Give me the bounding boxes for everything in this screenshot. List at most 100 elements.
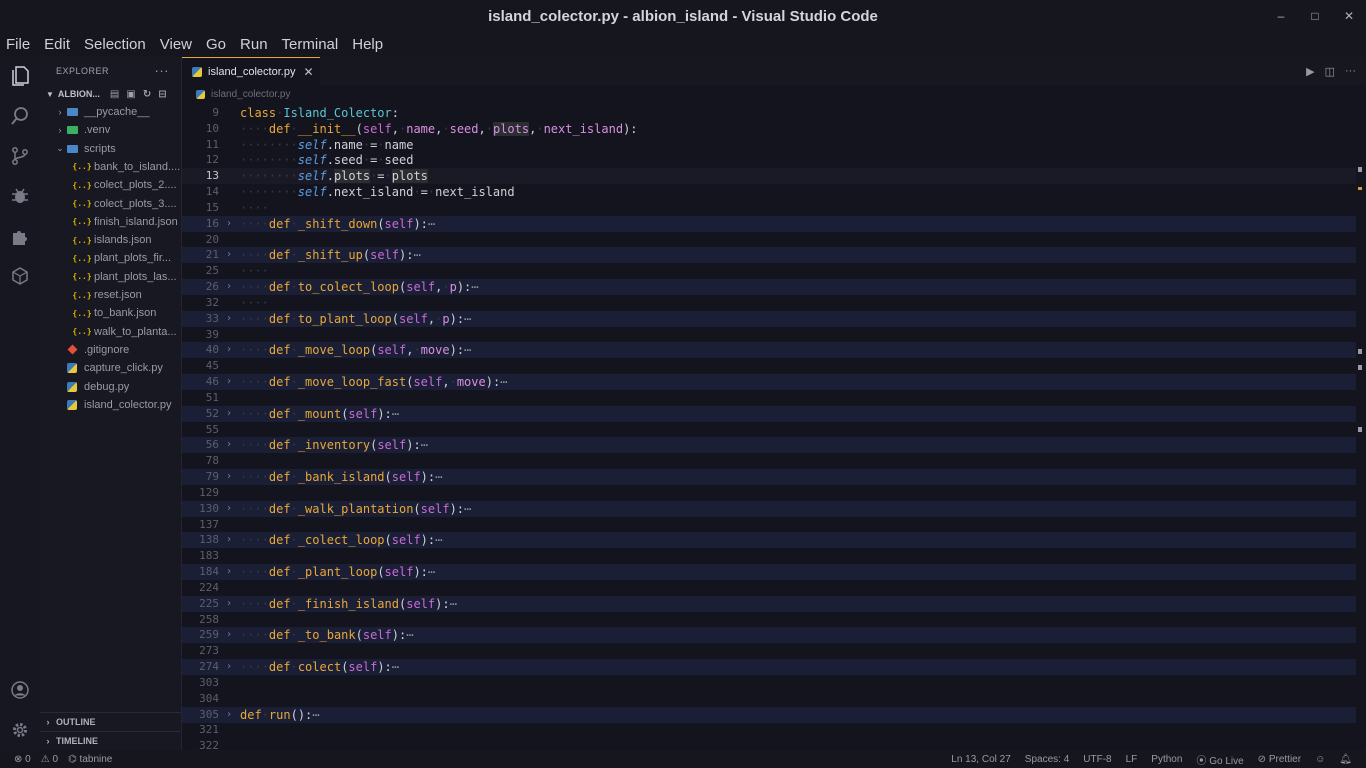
code-line[interactable]: 25 ···· [182, 263, 1356, 279]
tree-item[interactable]: {..} finish_island.json [40, 213, 181, 231]
code-line[interactable]: 51 [182, 390, 1356, 406]
code-line[interactable]: 137 [182, 517, 1356, 533]
close-button[interactable]: ✕ [1332, 0, 1366, 32]
code-line[interactable]: 129 [182, 485, 1356, 501]
extensions-icon[interactable] [9, 225, 31, 247]
search-icon[interactable] [9, 105, 31, 127]
encoding-status[interactable]: UTF-8 [1083, 754, 1111, 765]
code-line[interactable]: 322 [182, 738, 1356, 750]
code-line[interactable]: 45 [182, 358, 1356, 374]
tree-item[interactable]: .gitignore [40, 341, 181, 359]
tree-item[interactable]: {..} reset.json [40, 286, 181, 304]
code-line[interactable]: 52 › ····def·_mount(self):⋯ [182, 405, 1356, 422]
code-line[interactable]: 12 ········self.seed·=·seed [182, 152, 1356, 168]
fold-chevron-icon[interactable]: › [226, 596, 232, 612]
code-line[interactable]: 79 › ····def·_bank_island(self):⋯ [182, 469, 1356, 486]
fold-chevron-icon[interactable]: › [226, 311, 232, 327]
minimize-button[interactable]: – [1264, 0, 1298, 32]
tree-item[interactable]: {..} colect_plots_3.... [40, 195, 181, 213]
tree-item[interactable]: capture_click.py [40, 359, 181, 377]
more-editor-actions-icon[interactable]: ··· [1345, 65, 1356, 77]
prettier-status[interactable]: ⊘ Prettier [1258, 754, 1301, 765]
code-line[interactable]: 184 › ····def·_plant_loop(self):⋯ [182, 564, 1356, 581]
eol-status[interactable]: LF [1126, 754, 1138, 765]
tree-item[interactable]: › __pycache__ [40, 103, 181, 121]
code-line[interactable]: 224 [182, 580, 1356, 596]
tree-item[interactable]: island_colector.py [40, 396, 181, 414]
tree-item[interactable]: debug.py [40, 378, 181, 396]
menu-view[interactable]: View [153, 36, 199, 53]
tab-island-colector[interactable]: island_colector.py ✕ [182, 57, 320, 85]
fold-chevron-icon[interactable]: › [226, 279, 232, 295]
tree-item[interactable]: {..} walk_to_planta... [40, 323, 181, 341]
cursor-position[interactable]: Ln 13, Col 27 [951, 754, 1011, 765]
tree-item[interactable]: {..} colect_plots_2.... [40, 176, 181, 194]
code-line[interactable]: 40 › ····def·_move_loop(self,·move):⋯ [182, 342, 1356, 359]
menu-file[interactable]: File [0, 36, 37, 53]
code-line[interactable]: 46 › ····def·_move_loop_fast(self,·move):⋯ [182, 374, 1356, 391]
menu-help[interactable]: Help [345, 36, 390, 53]
fold-chevron-icon[interactable]: › [226, 437, 232, 453]
indentation-status[interactable]: Spaces: 4 [1025, 754, 1069, 765]
explorer-icon[interactable] [9, 65, 31, 87]
code-line[interactable]: 26 › ····def·to_colect_loop(self,·p):⋯ [182, 279, 1356, 296]
code-line[interactable]: 21 › ····def·_shift_up(self):⋯ [182, 247, 1356, 264]
new-folder-icon[interactable]: ▣ [126, 89, 135, 100]
fold-chevron-icon[interactable]: › [226, 406, 232, 422]
code-line[interactable]: 33 › ····def·to_plant_loop(self,·p):⋯ [182, 310, 1356, 327]
tabnine-status[interactable]: ⌬ tabnine [68, 754, 112, 765]
fold-chevron-icon[interactable]: › [226, 342, 232, 358]
tree-item[interactable]: {..} plant_plots_las... [40, 268, 181, 286]
accounts-icon[interactable] [9, 679, 31, 701]
tree-item[interactable]: {..} plant_plots_fir... [40, 249, 181, 267]
maximize-button[interactable]: □ [1298, 0, 1332, 32]
code-line[interactable]: 78 [182, 453, 1356, 469]
code-line[interactable]: 130 › ····def·_walk_plantation(self):⋯ [182, 500, 1356, 517]
tree-item[interactable]: {..} islands.json [40, 231, 181, 249]
run-python-file-icon[interactable]: ▶ [1306, 65, 1314, 78]
code-line[interactable]: 20 [182, 232, 1356, 248]
code-line[interactable]: 11 ········self.name·=·name [182, 137, 1356, 153]
code-editor[interactable]: 9 class·Island_Colector: 10 ····def·__init_… [182, 103, 1366, 750]
code-line[interactable]: 9 class·Island_Colector: [182, 105, 1356, 121]
code-line[interactable]: 15 ···· [182, 200, 1356, 216]
code-line[interactable]: 138 › ····def·_colect_loop(self):⋯ [182, 532, 1356, 549]
notifications-bell-icon[interactable]: 🔔︎ [1339, 754, 1352, 765]
code-line[interactable]: 321 [182, 722, 1356, 738]
code-line[interactable]: 39 [182, 327, 1356, 343]
source-control-icon[interactable] [9, 145, 31, 167]
code-line[interactable]: 303 [182, 675, 1356, 691]
fold-chevron-icon[interactable]: › [226, 216, 232, 232]
errors-status[interactable]: ⊗ 0 [14, 754, 31, 765]
fold-chevron-icon[interactable]: › [226, 374, 232, 390]
code-line[interactable]: 16 › ····def·_shift_down(self):⋯ [182, 215, 1356, 232]
fold-chevron-icon[interactable]: › [226, 469, 232, 485]
fold-chevron-icon[interactable]: › [226, 532, 232, 548]
menu-edit[interactable]: Edit [37, 36, 77, 53]
tree-item[interactable]: {..} to_bank.json [40, 304, 181, 322]
feedback-icon[interactable]: ☺ [1315, 754, 1325, 765]
code-line[interactable]: 259 › ····def·_to_bank(self):⋯ [182, 627, 1356, 644]
fold-chevron-icon[interactable]: › [226, 247, 232, 263]
settings-gear-icon[interactable] [9, 719, 31, 741]
tree-item[interactable]: {..} bank_to_island.... [40, 158, 181, 176]
menu-go[interactable]: Go [199, 36, 233, 53]
fold-chevron-icon[interactable]: › [226, 707, 232, 723]
code-line[interactable]: 274 › ····def·colect(self):⋯ [182, 659, 1356, 676]
code-line[interactable]: 183 [182, 548, 1356, 564]
code-line[interactable]: 13 ········self.plots·=·plots [182, 168, 1356, 185]
language-mode[interactable]: Python [1151, 754, 1182, 765]
code-line[interactable]: 258 [182, 612, 1356, 628]
collapse-all-icon[interactable]: ⊟ [158, 89, 166, 100]
more-actions-icon[interactable]: ··· [155, 63, 170, 78]
menu-terminal[interactable]: Terminal [275, 36, 346, 53]
new-file-icon[interactable]: ▤ [110, 89, 119, 100]
refresh-icon[interactable]: ↻ [143, 89, 151, 100]
remote-explorer-icon[interactable] [9, 265, 31, 287]
code-line[interactable]: 10 ····def·__init__(self,·name,·seed,·plo… [182, 121, 1356, 137]
code-line[interactable]: 14 ········self.next_island·=·next_island [182, 184, 1356, 200]
code-line[interactable]: 225 › ····def·_finish_island(self):⋯ [182, 595, 1356, 612]
code-line[interactable]: 304 [182, 691, 1356, 707]
tree-item[interactable]: ⌄ scripts [40, 140, 181, 158]
close-tab-icon[interactable]: ✕ [303, 65, 313, 79]
